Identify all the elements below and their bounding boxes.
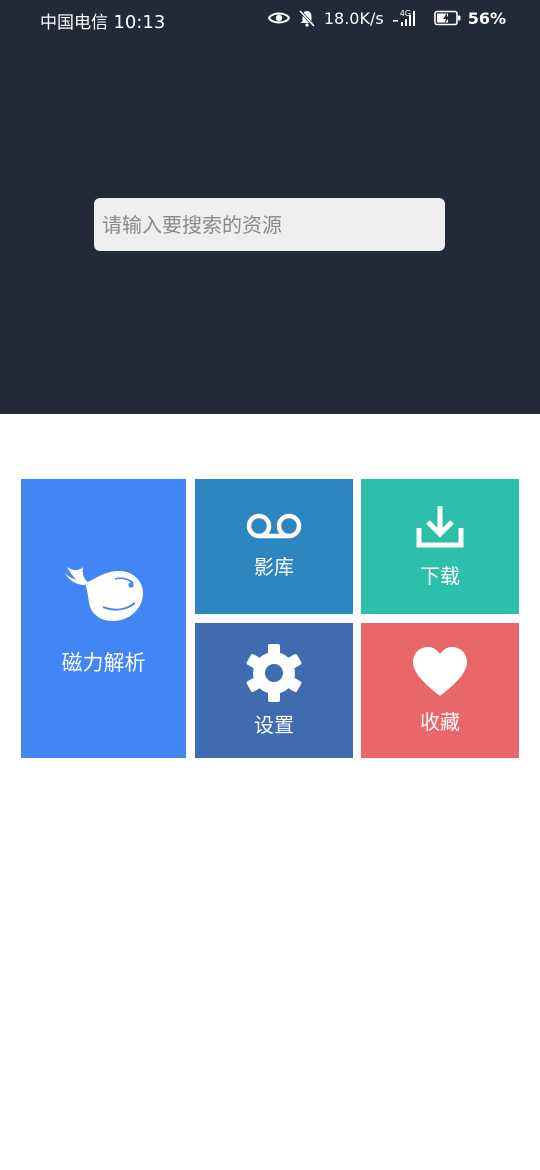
movie-library-tile[interactable]: 影库 [195, 479, 353, 614]
movie-library-label: 影库 [254, 555, 294, 579]
voicemail-icon [246, 513, 302, 543]
eye-icon [267, 10, 290, 26]
gear-icon [244, 643, 304, 707]
settings-label: 设置 [254, 713, 294, 737]
battery-percent: 56% [467, 8, 506, 28]
favorites-label: 收藏 [420, 710, 460, 734]
network-speed: 18.0K/s [323, 8, 384, 28]
status-left: 中国电信 10:13 [40, 8, 165, 33]
battery-indicator: 56% [433, 8, 506, 28]
search-box [94, 198, 445, 251]
carrier-name: 中国电信 [40, 13, 108, 33]
settings-tile[interactable]: 设置 [195, 623, 353, 758]
status-right: 18.0K/s 4G 56% [267, 6, 506, 30]
whale-icon [63, 561, 145, 629]
header-panel: 中国电信 10:13 18.0K/s 4G 56% 请输入要搜索的资源 [0, 0, 540, 414]
bell-muted-icon [298, 9, 316, 27]
magnet-parse-tile[interactable]: 磁力解析 [21, 479, 186, 758]
heart-icon [411, 646, 469, 702]
favorites-tile[interactable]: 收藏 [361, 623, 519, 758]
download-label: 下载 [420, 564, 460, 588]
download-tile[interactable]: 下载 [361, 479, 519, 614]
clock-time: 10:13 [113, 12, 166, 33]
status-bar: 中国电信 10:13 18.0K/s 4G 56% [0, 0, 540, 38]
magnet-parse-label: 磁力解析 [61, 650, 146, 675]
search-input[interactable] [102, 198, 437, 251]
download-icon [416, 504, 464, 552]
app-screen: 中国电信 10:13 18.0K/s 4G 56% 请输入要搜索的资源 磁力解析… [0, 0, 540, 1170]
battery-charging-icon [433, 10, 462, 26]
